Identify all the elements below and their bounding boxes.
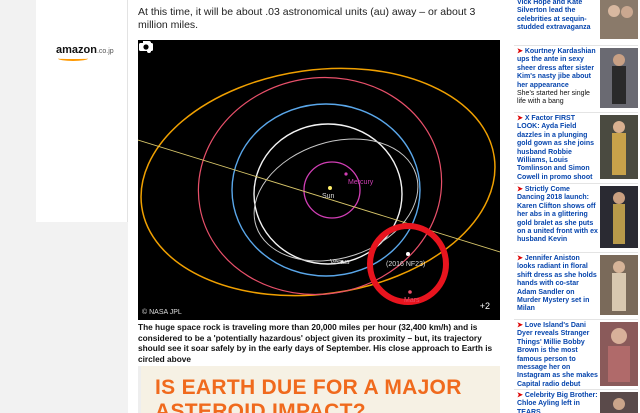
sidebar-item-6-title: Celebrity Big Brother: Chloe Ayling left… (517, 392, 598, 413)
sun-marker (328, 186, 332, 190)
sidebar-item-6[interactable]: ➤ Celebrity Big Brother: Chloe Ayling le… (514, 389, 638, 413)
camera-icon[interactable] (138, 40, 154, 52)
mercury-marker (344, 172, 348, 176)
sidebar-item-title[interactable]: ➤ Jennifer Aniston looks radiant in flor… (517, 255, 599, 314)
image-credit: © NASA JPL (142, 309, 182, 316)
figure-caption: The huge space rock is traveling more th… (138, 322, 493, 364)
orbit-diagram: Sun Mercury Venus (2016 NF23) Mars (138, 67, 500, 305)
sidebar-item-3[interactable]: ➤ Strictly Come Dancing 2018 launch: Kar… (514, 183, 638, 249)
promo-title[interactable]: IS EARTH DUE FOR A MAJOR ASTEROID IMPACT… (155, 376, 495, 413)
sidebar: Vick Hope and Kate Silverton lead the ce… (512, 0, 640, 413)
sidebar-item-2-title: X Factor FIRST LOOK: Ayda Field dazzles … (517, 115, 595, 181)
sidebar-item-title[interactable]: ➤ X Factor FIRST LOOK: Ayda Field dazzle… (517, 115, 599, 182)
thumbnail-image[interactable] (600, 255, 638, 315)
orbit-figure[interactable]: Sun Mercury Venus (2016 NF23) Mars © NAS… (138, 40, 500, 320)
mars-label: Mars (404, 297, 420, 304)
arrow-icon: ➤ (517, 392, 525, 399)
ecliptic-line (138, 139, 500, 253)
venus-label: Venus (330, 259, 350, 266)
sidebar-item-1-title: Kourtney Kardashian ups the ante in sexy… (517, 48, 596, 89)
thumbnail-image[interactable] (600, 115, 638, 179)
page: amazon.co.jp At this time, it will be ab… (0, 0, 640, 413)
sidebar-item-title[interactable]: ➤ Strictly Come Dancing 2018 launch: Kar… (517, 186, 599, 245)
amazon-brand: amazon (56, 44, 97, 56)
thumbnail-image[interactable] (600, 186, 638, 248)
sidebar-item-title[interactable]: ➤ Kourtney Kardashian ups the ante in se… (517, 48, 599, 107)
arrow-icon: ➤ (517, 186, 525, 193)
amazon-suffix: .co.jp (96, 48, 114, 55)
sidebar-item-1[interactable]: ➤ Kourtney Kardashian ups the ante in se… (514, 45, 638, 109)
arrow-icon: ➤ (517, 48, 525, 55)
sidebar-item-3-title: Strictly Come Dancing 2018 launch: Karen… (517, 186, 598, 244)
asteroid-marker (406, 252, 410, 256)
sidebar-item-5-title: Love Island's Dani Dyer reveals Stranger… (517, 322, 598, 388)
sidebar-item-title[interactable]: Vick Hope and Kate Silverton lead the ce… (517, 0, 599, 33)
sidebar-item-1-sub: She's started her single life with a ban… (517, 90, 590, 106)
photo-count[interactable]: +2 (480, 301, 490, 311)
sidebar-item-4-title: Jennifer Aniston looks radiant in floral… (517, 255, 597, 313)
mercury-label: Mercury (348, 179, 374, 186)
mercury-orbit (303, 161, 361, 219)
sidebar-item-5[interactable]: ➤ Love Island's Dani Dyer reveals Strang… (514, 319, 638, 389)
article-intro: At this time, it will be about .03 astro… (138, 6, 476, 31)
ad-column: amazon.co.jp (36, 0, 128, 222)
related-promo[interactable]: IS EARTH DUE FOR A MAJOR ASTEROID IMPACT… (138, 366, 500, 413)
sun-label: Sun (322, 193, 335, 200)
sidebar-item-2[interactable]: ➤ X Factor FIRST LOOK: Ayda Field dazzle… (514, 112, 638, 182)
mars-marker (408, 290, 412, 294)
sidebar-item-0[interactable]: Vick Hope and Kate Silverton lead the ce… (514, 0, 638, 43)
arrow-icon: ➤ (517, 115, 525, 122)
arrow-icon: ➤ (517, 322, 525, 329)
sidebar-item-title[interactable]: ➤ Love Island's Dani Dyer reveals Strang… (517, 322, 599, 389)
arrow-icon: ➤ (517, 255, 525, 262)
thumbnail-image[interactable] (600, 0, 638, 39)
thumbnail-image[interactable] (600, 392, 638, 413)
sidebar-item-4[interactable]: ➤ Jennifer Aniston looks radiant in flor… (514, 252, 638, 316)
thumbnail-image[interactable] (600, 48, 638, 108)
amazon-smile-icon (58, 56, 88, 61)
asteroid-label: (2016 NF23) (386, 261, 425, 268)
amazon-logo[interactable]: amazon.co.jp (56, 44, 114, 56)
sidebar-item-title[interactable]: ➤ Celebrity Big Brother: Chloe Ayling le… (517, 392, 599, 413)
thumbnail-image[interactable] (600, 322, 638, 386)
article: At this time, it will be about .03 astro… (128, 0, 512, 413)
